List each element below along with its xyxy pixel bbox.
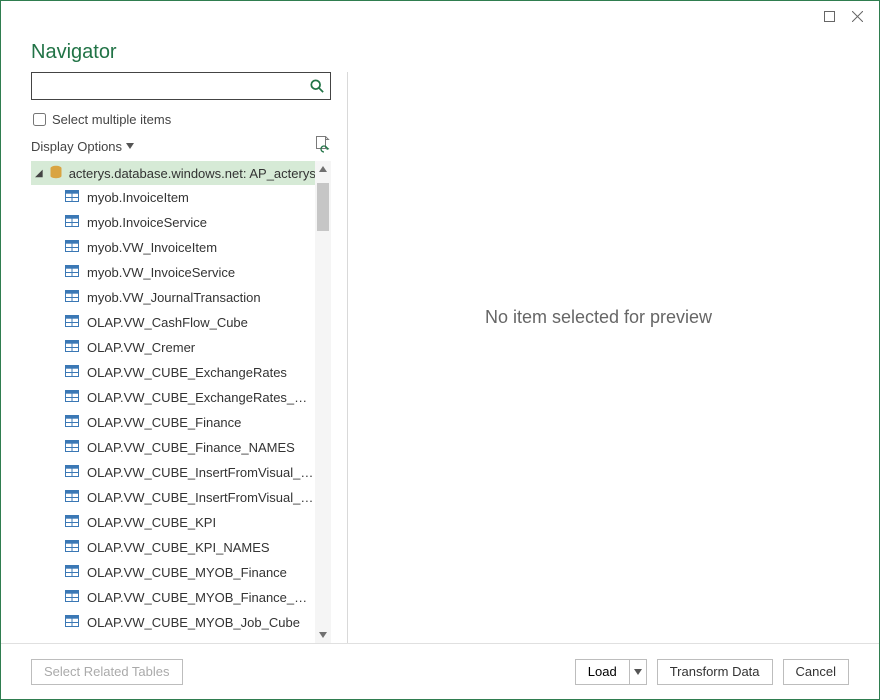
load-split-button[interactable]: Load (575, 659, 647, 685)
search-input[interactable] (32, 74, 304, 98)
maximize-button[interactable] (815, 2, 843, 30)
transform-data-button[interactable]: Transform Data (657, 659, 773, 685)
table-icon (65, 190, 79, 205)
dialog-body: Select multiple items Display Options (1, 72, 879, 643)
tree-item-label: OLAP.VW_CUBE_MYOB_Finance_NAMES (87, 590, 315, 605)
tree-item[interactable]: OLAP.VW_CUBE_InsertFromVisual_Cube (31, 460, 315, 485)
select-multiple-items-checkbox[interactable]: Select multiple items (31, 112, 331, 127)
table-icon (65, 415, 79, 430)
display-options-label: Display Options (31, 139, 122, 154)
scroll-thumb[interactable] (317, 183, 329, 231)
close-button[interactable] (843, 2, 871, 30)
tree-item[interactable]: myob.InvoiceService (31, 210, 315, 235)
tree-item[interactable]: OLAP.VW_CUBE_KPI_NAMES (31, 535, 315, 560)
tree-item-label: myob.VW_JournalTransaction (87, 290, 261, 305)
table-icon (65, 465, 79, 480)
tree-item[interactable]: myob.InvoiceItem (31, 185, 315, 210)
scroll-up-icon[interactable] (315, 161, 331, 177)
tree-item[interactable]: OLAP.VW_CUBE_MYOB_Finance (31, 560, 315, 585)
load-button[interactable]: Load (575, 659, 629, 685)
preview-pane: No item selected for preview (348, 72, 849, 643)
tree-item-label: OLAP.VW_CUBE_ExchangeRates (87, 365, 287, 380)
table-icon (65, 540, 79, 555)
table-icon (65, 490, 79, 505)
refresh-button[interactable] (313, 137, 331, 155)
scroll-down-icon[interactable] (315, 627, 331, 643)
chevron-down-icon (126, 143, 134, 149)
tree-item[interactable]: OLAP.VW_CUBE_Finance_NAMES (31, 435, 315, 460)
database-icon (49, 165, 63, 182)
tree-item[interactable]: OLAP.VW_CUBE_MYOB_Finance_NAMES (31, 585, 315, 610)
dialog-footer: Select Related Tables Load Transform Dat… (1, 643, 879, 699)
refresh-icon (315, 136, 330, 156)
chevron-down-icon (634, 669, 642, 675)
table-icon (65, 215, 79, 230)
preview-empty-label: No item selected for preview (485, 307, 712, 328)
tree-item-label: OLAP.VW_Cremer (87, 340, 195, 355)
table-icon (65, 390, 79, 405)
tree-root-node[interactable]: ◢ acterys.database.windows.net: AP_acter… (31, 161, 315, 185)
table-icon (65, 565, 79, 580)
dialog-header: Navigator (1, 31, 879, 72)
tree-item[interactable]: OLAP.VW_CUBE_InsertFromVisual_Cube_... (31, 485, 315, 510)
table-icon (65, 365, 79, 380)
load-dropdown-caret[interactable] (629, 659, 647, 685)
tree-item[interactable]: OLAP.VW_Cremer (31, 335, 315, 360)
table-icon (65, 590, 79, 605)
select-multiple-items-input[interactable] (33, 113, 46, 126)
table-icon (65, 515, 79, 530)
vertical-scrollbar[interactable] (315, 161, 331, 643)
tree-root-label: acterys.database.windows.net: AP_acterys… (69, 166, 315, 181)
tree-item-label: OLAP.VW_CUBE_KPI (87, 515, 216, 530)
table-icon (65, 240, 79, 255)
table-icon (65, 615, 79, 630)
tree-item[interactable]: myob.VW_InvoiceService (31, 260, 315, 285)
collapse-icon[interactable]: ◢ (35, 168, 43, 179)
table-icon (65, 440, 79, 455)
tree-item-label: myob.VW_InvoiceItem (87, 240, 217, 255)
display-options-dropdown[interactable]: Display Options (31, 139, 134, 154)
table-icon (65, 290, 79, 305)
tree-item[interactable]: OLAP.VW_CashFlow_Cube (31, 310, 315, 335)
table-icon (65, 315, 79, 330)
tree-item-label: myob.InvoiceItem (87, 190, 189, 205)
tree-item[interactable]: OLAP.VW_CUBE_ExchangeRates_NAMES (31, 385, 315, 410)
tree-item-label: OLAP.VW_CUBE_Finance_NAMES (87, 440, 295, 455)
left-pane: Select multiple items Display Options (31, 72, 331, 643)
table-icon (65, 340, 79, 355)
search-box[interactable] (31, 72, 331, 100)
table-icon (65, 265, 79, 280)
tree-item[interactable]: OLAP.VW_CUBE_ExchangeRates (31, 360, 315, 385)
tree-item-label: OLAP.VW_CUBE_ExchangeRates_NAMES (87, 390, 315, 405)
search-icon[interactable] (304, 73, 330, 99)
titlebar (1, 1, 879, 31)
tree-item-label: OLAP.VW_CUBE_MYOB_Job_Cube (87, 615, 300, 630)
cancel-button[interactable]: Cancel (783, 659, 849, 685)
tree-item-label: myob.InvoiceService (87, 215, 207, 230)
display-options-row: Display Options (31, 137, 331, 155)
tree-item[interactable]: myob.VW_JournalTransaction (31, 285, 315, 310)
tree-item-label: OLAP.VW_CUBE_InsertFromVisual_Cube (87, 465, 315, 480)
dialog-title: Navigator (31, 41, 849, 64)
navigator-dialog: Navigator Select multiple items Display … (0, 0, 880, 700)
tree-item[interactable]: myob.VW_InvoiceItem (31, 235, 315, 260)
tree-item-label: OLAP.VW_CUBE_KPI_NAMES (87, 540, 270, 555)
tree-item-label: myob.VW_InvoiceService (87, 265, 235, 280)
tree-item-label: OLAP.VW_CashFlow_Cube (87, 315, 248, 330)
tree-item-label: OLAP.VW_CUBE_MYOB_Finance (87, 565, 287, 580)
tree-item[interactable]: OLAP.VW_CUBE_KPI (31, 510, 315, 535)
tree-item-label: OLAP.VW_CUBE_Finance (87, 415, 241, 430)
tree-item[interactable]: OLAP.VW_CUBE_MYOB_Job_Cube (31, 610, 315, 635)
tree-item[interactable]: OLAP.VW_CUBE_Finance (31, 410, 315, 435)
tree-view: ◢ acterys.database.windows.net: AP_acter… (31, 161, 331, 643)
select-multiple-items-label: Select multiple items (52, 112, 171, 127)
tree-item-label: OLAP.VW_CUBE_InsertFromVisual_Cube_... (87, 490, 315, 505)
select-related-tables-button[interactable]: Select Related Tables (31, 659, 183, 685)
